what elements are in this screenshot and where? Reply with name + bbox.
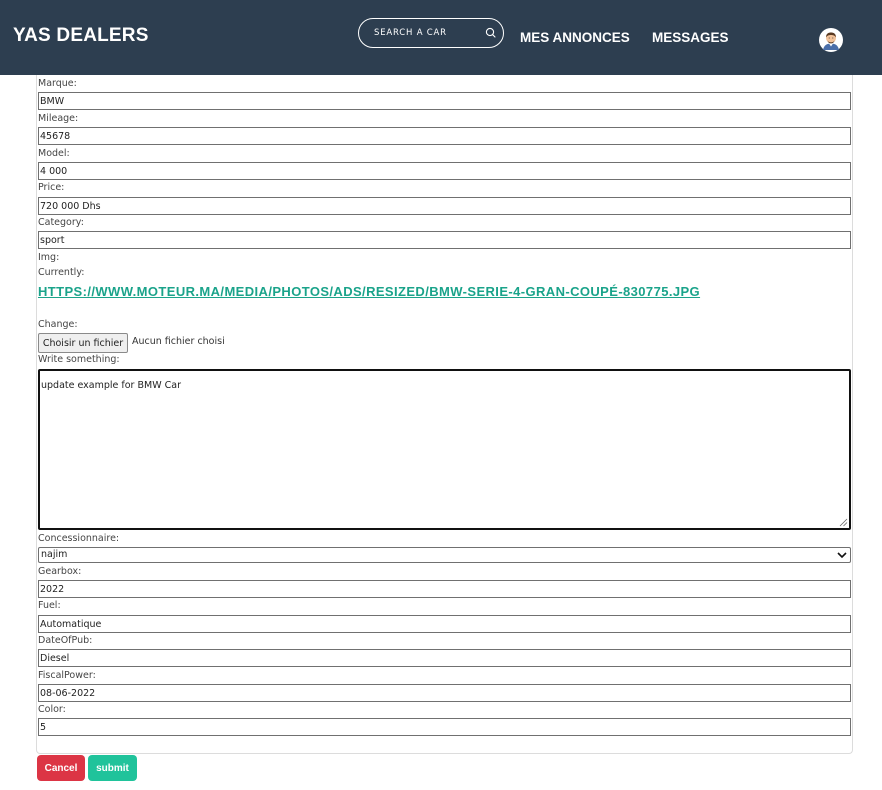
concessionnaire-select[interactable]: najim (38, 547, 851, 563)
cancel-button[interactable]: Cancel (37, 755, 85, 781)
current-image-link[interactable]: HTTPS://WWW.MOTEUR.MA/MEDIA/PHOTOS/ADS/R… (38, 284, 700, 299)
price-label: Price: (38, 182, 65, 193)
marque-label: Marque: (38, 78, 77, 89)
concessionnaire-value: najim (41, 549, 68, 560)
brand-logo[interactable]: YAS DEALERS (13, 25, 149, 47)
search-input[interactable] (374, 26, 474, 40)
resize-grip-icon[interactable] (839, 518, 848, 527)
dateofpub-field[interactable] (38, 649, 851, 667)
fiscalpower-label: FiscalPower: (38, 670, 96, 681)
change-label: Change: (38, 319, 78, 330)
color-field[interactable] (38, 718, 851, 736)
price-field[interactable] (38, 197, 851, 215)
search-box[interactable] (358, 18, 504, 48)
img-label: Img: (38, 252, 60, 263)
category-field[interactable] (38, 231, 851, 249)
fuel-label: Fuel: (38, 600, 61, 611)
concessionnaire-label: Concessionnaire: (38, 533, 120, 544)
chevron-down-icon (837, 552, 847, 559)
choose-file-button[interactable]: Choisir un fichier (38, 333, 128, 353)
gearbox-field[interactable] (38, 580, 851, 598)
file-status: Aucun fichier choisi (132, 336, 225, 347)
mileage-label: Mileage: (38, 113, 79, 124)
search-icon[interactable] (484, 26, 498, 40)
description-label: Write something: (38, 354, 120, 365)
avatar[interactable] (819, 28, 843, 52)
dateofpub-label: DateOfPub: (38, 635, 93, 646)
fuel-field[interactable] (38, 615, 851, 633)
gearbox-label: Gearbox: (38, 566, 82, 577)
nav-link-messages[interactable]: MESSAGES (652, 30, 729, 45)
model-field[interactable] (38, 162, 851, 180)
fiscalpower-field[interactable] (38, 684, 851, 702)
nav-link-mes-annonces[interactable]: MES ANNONCES (520, 30, 630, 45)
currently-label: Currently: (38, 267, 85, 278)
navbar: YAS DEALERS MES ANNONCES MESSAGES (0, 0, 882, 75)
color-label: Color: (38, 704, 66, 715)
model-label: Model: (38, 148, 70, 159)
marque-field[interactable] (38, 92, 851, 110)
category-label: Category: (38, 217, 84, 228)
description-text: update example for BMW Car (41, 380, 181, 391)
submit-button[interactable]: submit (88, 755, 137, 781)
description-textarea[interactable]: update example for BMW Car (38, 369, 851, 530)
mileage-field[interactable] (38, 127, 851, 145)
